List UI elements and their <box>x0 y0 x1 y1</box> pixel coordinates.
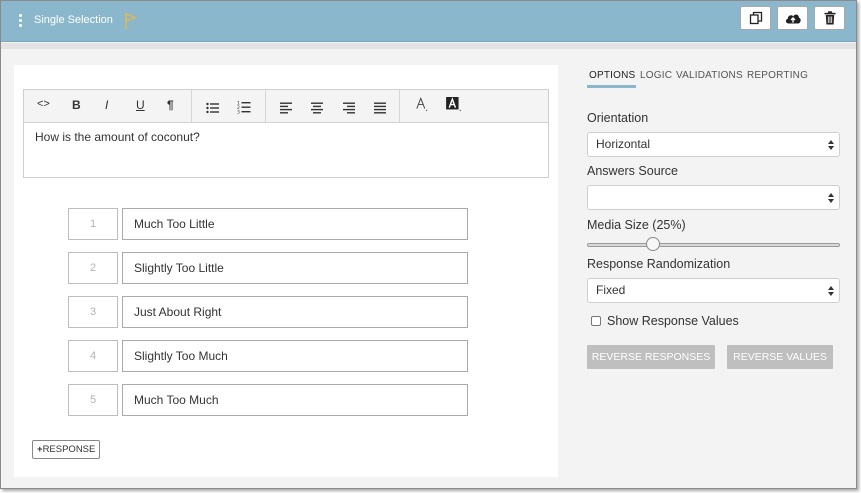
paragraph-button[interactable]: ¶ <box>167 98 174 114</box>
bullet-list-icon[interactable] <box>206 100 219 116</box>
media-size-label: Media Size (25%) <box>587 218 686 232</box>
background-color-icon[interactable] <box>445 97 465 113</box>
select-arrows-icon <box>828 286 834 296</box>
answers-source-select[interactable] <box>587 185 840 210</box>
media-size-slider-thumb[interactable] <box>646 237 660 251</box>
orientation-label: Orientation <box>587 111 649 125</box>
response-text-input[interactable]: Slightly Too Much <box>122 340 468 372</box>
tab-logic[interactable]: LOGIC <box>640 70 672 81</box>
bold-button[interactable]: B <box>72 98 81 114</box>
toolbar-separator <box>265 90 266 123</box>
select-arrows-icon <box>828 140 834 150</box>
trash-icon <box>824 11 835 25</box>
response-value-input[interactable]: 5 <box>68 384 118 416</box>
underline-button[interactable]: U <box>136 98 145 114</box>
show-response-values-checkbox[interactable] <box>591 316 601 326</box>
text-color-icon[interactable] <box>415 97 431 113</box>
question-editor-panel: <> B I U ¶ 1 2 3 How is the amount of co… <box>14 65 558 477</box>
cloud-upload-icon <box>785 14 801 24</box>
sidebar-tabs: OPTIONS LOGIC VALIDATIONS REPORTING <box>587 61 841 88</box>
flag-icon[interactable] <box>123 12 137 30</box>
rich-text-editor: <> B I U ¶ 1 2 3 How is the amount of co… <box>23 89 549 178</box>
randomization-label: Response Randomization <box>587 257 731 271</box>
tab-reporting[interactable]: REPORTING <box>747 70 808 81</box>
align-right-icon[interactable] <box>343 100 355 116</box>
question-text[interactable]: How is the amount of coconut? <box>24 123 548 151</box>
svg-text:3: 3 <box>237 110 240 116</box>
response-text-input[interactable]: Just About Right <box>122 296 468 328</box>
randomization-select[interactable]: Fixed <box>587 278 840 303</box>
align-center-icon[interactable] <box>311 100 323 116</box>
align-left-icon[interactable] <box>280 100 292 116</box>
response-value-input[interactable]: 2 <box>68 252 118 284</box>
tab-validations[interactable]: VALIDATIONS <box>676 70 743 81</box>
show-response-values-label: Show Response Values <box>607 314 739 328</box>
add-response-button[interactable]: +RESPONSE <box>32 440 101 459</box>
tab-options[interactable]: OPTIONS <box>589 70 635 81</box>
response-text-input[interactable]: Much Too Much <box>122 384 468 416</box>
delete-button[interactable] <box>814 6 845 30</box>
rte-toolbar: <> B I U ¶ 1 2 3 <box>24 90 548 123</box>
question-header: Single Selection <box>1 1 856 42</box>
add-response-label: RESPONSE <box>42 444 96 455</box>
response-text-input[interactable]: Much Too Little <box>122 208 468 240</box>
toolbar-separator <box>191 90 192 123</box>
numbered-list-icon[interactable]: 1 2 3 <box>237 99 251 115</box>
response-value-input[interactable]: 4 <box>68 340 118 372</box>
source-code-button[interactable]: <> <box>37 98 50 114</box>
answers-source-label: Answers Source <box>587 164 679 178</box>
question-type-title: Single Selection <box>34 14 113 26</box>
orientation-select[interactable]: Horizontal <box>587 132 840 157</box>
app-window: Single Selection <> B I U ¶ 1 2 3 How is… <box>0 0 857 489</box>
kebab-menu-icon[interactable] <box>19 14 23 28</box>
header-divider <box>1 43 856 49</box>
response-value-input[interactable]: 3 <box>68 296 118 328</box>
active-tab-indicator <box>587 85 636 88</box>
response-text-input[interactable]: Slightly Too Little <box>122 252 468 284</box>
reverse-responses-button[interactable]: REVERSE RESPONSES <box>587 345 715 369</box>
toolbar-separator <box>399 90 400 123</box>
upload-button[interactable] <box>777 6 808 30</box>
randomization-value: Fixed <box>596 283 626 297</box>
align-justify-icon[interactable] <box>374 100 386 116</box>
italic-button[interactable]: I <box>105 98 108 114</box>
copy-icon <box>749 11 762 25</box>
orientation-value: Horizontal <box>596 137 651 151</box>
media-size-slider[interactable] <box>587 243 840 247</box>
response-value-input[interactable]: 1 <box>68 208 118 240</box>
select-arrows-icon <box>828 193 834 203</box>
copy-button[interactable] <box>740 6 771 30</box>
options-sidebar: OPTIONS LOGIC VALIDATIONS REPORTING Orie… <box>587 61 841 369</box>
reverse-values-button[interactable]: REVERSE VALUES <box>727 345 833 369</box>
